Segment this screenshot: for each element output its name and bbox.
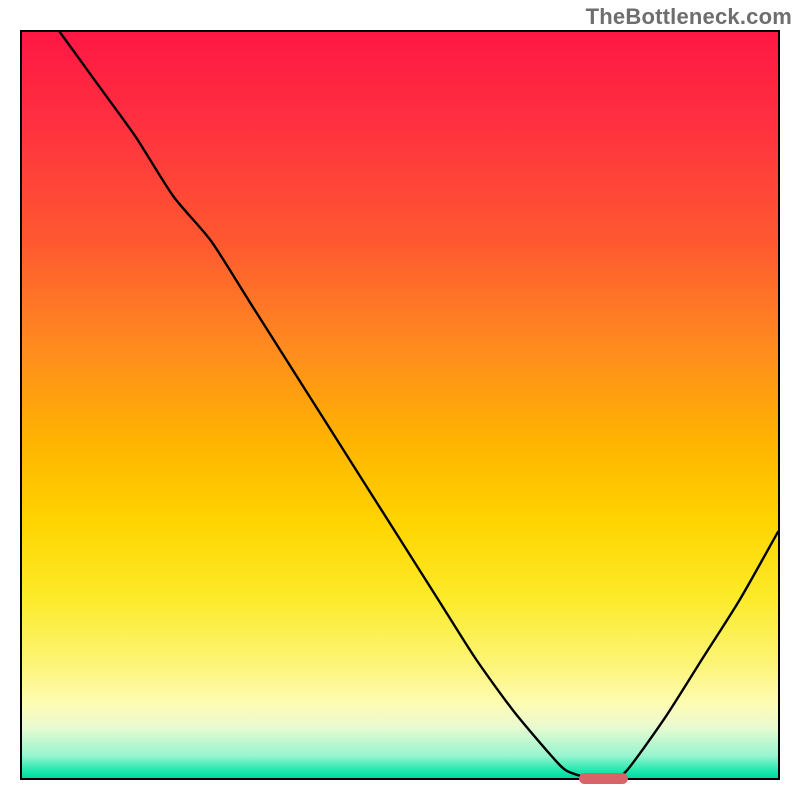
bottleneck-curve bbox=[22, 32, 778, 778]
chart-stage: TheBottleneck.com bbox=[0, 0, 800, 800]
optimal-marker bbox=[579, 773, 628, 784]
watermark-text: TheBottleneck.com bbox=[586, 4, 792, 30]
plot-area bbox=[20, 30, 780, 780]
